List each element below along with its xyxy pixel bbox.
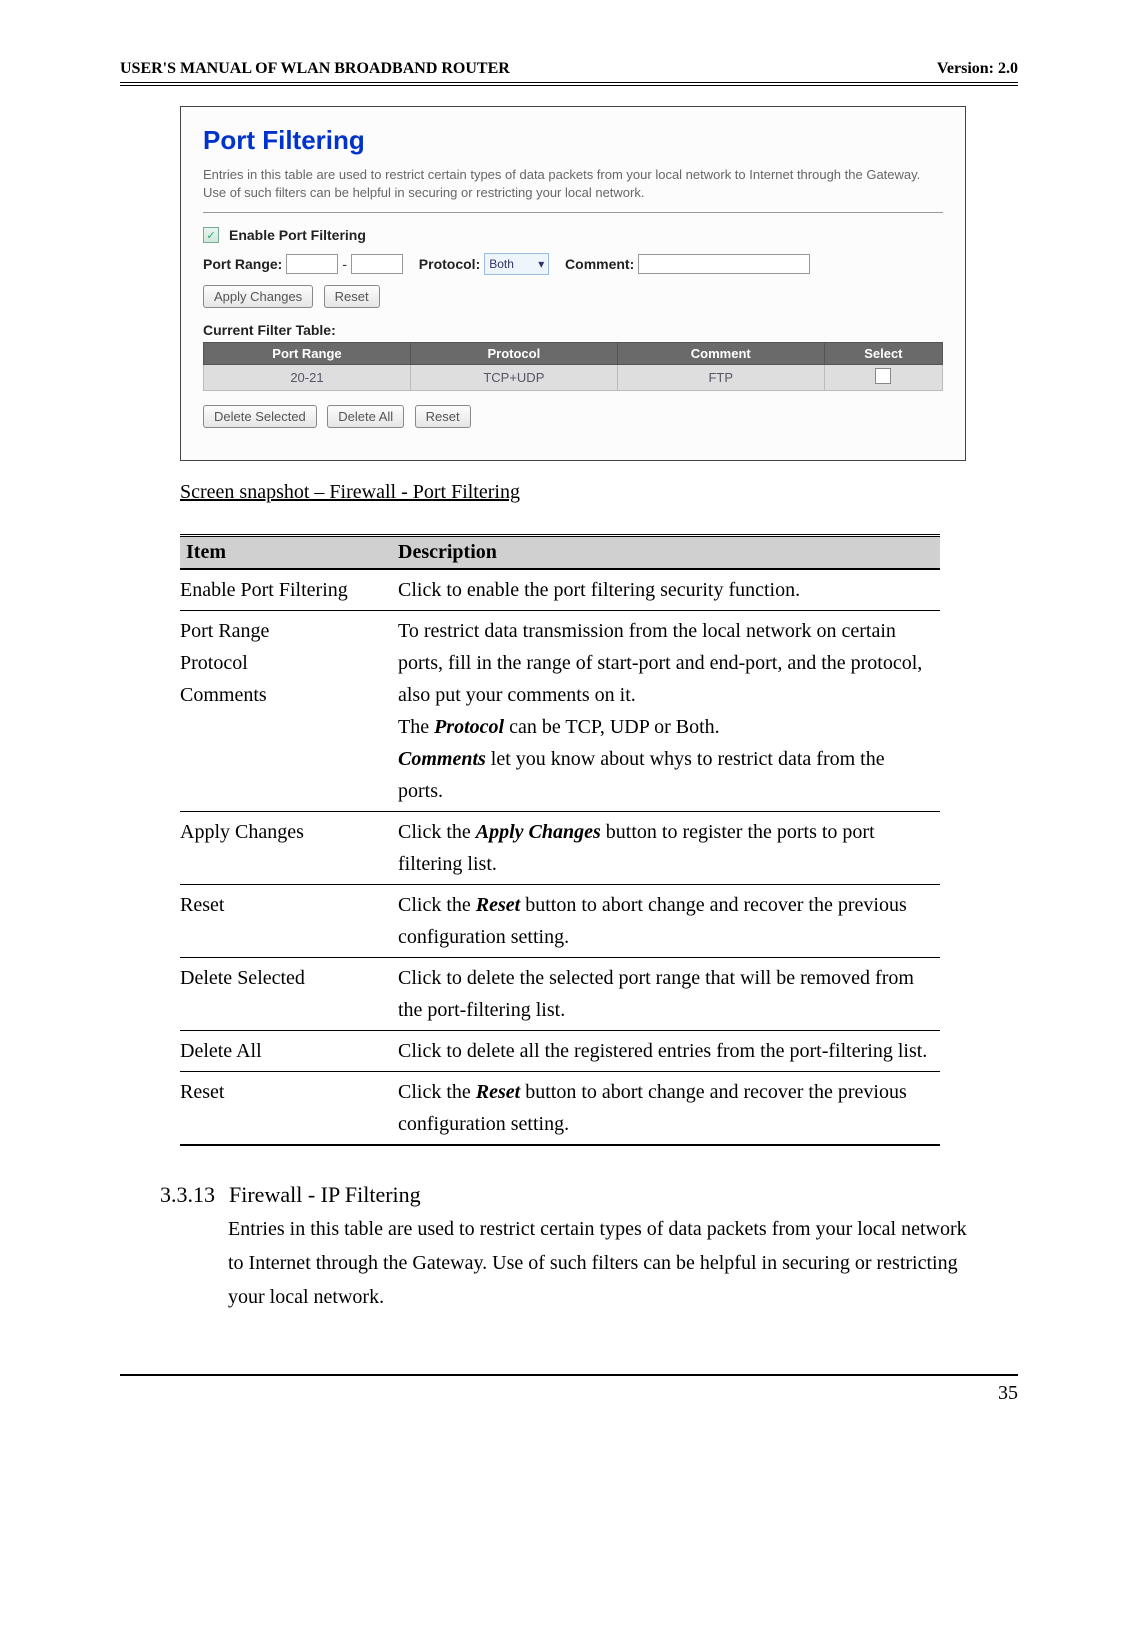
section-number: 3.3.13 <box>160 1182 215 1208</box>
th-protocol: Protocol <box>410 343 617 365</box>
apply-changes-button[interactable]: Apply Changes <box>203 285 313 308</box>
current-filter-table-label: Current Filter Table: <box>203 322 943 338</box>
desc-cell: Click the Reset button to abort change a… <box>392 1072 940 1146</box>
desc-text: Click the <box>398 1081 476 1103</box>
desc-emph: Comments <box>398 748 486 770</box>
reset-button-2[interactable]: Reset <box>415 405 471 428</box>
desc-cell: Click to enable the port filtering secur… <box>392 569 940 611</box>
header-left: USER'S MANUAL OF WLAN BROADBAND ROUTER <box>120 60 510 78</box>
cell-select <box>824 365 942 391</box>
item-line: Protocol <box>180 652 248 674</box>
table-row: Port Range Protocol Comments To restrict… <box>180 611 940 812</box>
desc-cell: Click the Reset button to abort change a… <box>392 885 940 958</box>
item-cell: Reset <box>180 885 392 958</box>
delete-selected-button[interactable]: Delete Selected <box>203 405 317 428</box>
port-range-start-input[interactable] <box>286 254 338 274</box>
section-heading: 3.3.13 Firewall - IP Filtering <box>160 1182 1018 1208</box>
table-row: Reset Click the Reset button to abort ch… <box>180 885 940 958</box>
comment-label: Comment: <box>565 256 634 272</box>
table-row: Delete All Click to delete all the regis… <box>180 1031 940 1072</box>
enable-port-filtering-checkbox[interactable] <box>203 227 219 243</box>
protocol-label: Protocol: <box>419 256 480 272</box>
item-cell: Port Range Protocol Comments <box>180 611 392 812</box>
section-body: Entries in this table are used to restri… <box>228 1212 968 1314</box>
desc-emph: Reset <box>476 1081 520 1103</box>
th-select: Select <box>824 343 942 365</box>
table-row: 20-21 TCP+UDP FTP <box>204 365 943 391</box>
item-line: Comments <box>180 684 267 706</box>
desc-cell: Click to delete the selected port range … <box>392 958 940 1031</box>
page-number: 35 <box>0 1382 1018 1405</box>
desc-cell: Click the Apply Changes button to regist… <box>392 812 940 885</box>
port-range-end-input[interactable] <box>351 254 403 274</box>
table-row: Delete Selected Click to delete the sele… <box>180 958 940 1031</box>
protocol-select[interactable]: Both ▾ <box>484 253 549 275</box>
cell-port-range: 20-21 <box>204 365 411 391</box>
col-header-description: Description <box>392 536 940 570</box>
panel-title: Port Filtering <box>203 125 943 156</box>
comment-input[interactable] <box>638 254 810 274</box>
item-cell: Reset <box>180 1072 392 1146</box>
cell-protocol: TCP+UDP <box>410 365 617 391</box>
desc-text: can be TCP, UDP or Both. <box>504 716 720 738</box>
delete-all-button[interactable]: Delete All <box>327 405 404 428</box>
footer-rule <box>120 1374 1018 1376</box>
th-comment: Comment <box>617 343 824 365</box>
screenshot-panel: Port Filtering Entries in this table are… <box>180 106 966 461</box>
item-line: Port Range <box>180 620 269 642</box>
filter-table: Port Range Protocol Comment Select 20-21… <box>203 342 943 391</box>
row-select-checkbox[interactable] <box>875 368 891 384</box>
th-port-range: Port Range <box>204 343 411 365</box>
divider <box>203 212 943 213</box>
item-cell: Apply Changes <box>180 812 392 885</box>
desc-text: The <box>398 716 434 738</box>
desc-cell: Click to delete all the registered entri… <box>392 1031 940 1072</box>
desc-emph: Reset <box>476 894 520 916</box>
table-row: Reset Click the Reset button to abort ch… <box>180 1072 940 1146</box>
desc-text: To restrict data transmission from the l… <box>398 620 922 706</box>
panel-description: Entries in this table are used to restri… <box>203 166 943 202</box>
table-row: Enable Port Filtering Click to enable th… <box>180 569 940 611</box>
table-row: Apply Changes Click the Apply Changes bu… <box>180 812 940 885</box>
screenshot-caption: Screen snapshot – Firewall - Port Filter… <box>180 481 1018 504</box>
desc-text: Click the <box>398 821 476 843</box>
reset-button[interactable]: Reset <box>324 285 380 308</box>
desc-cell: To restrict data transmission from the l… <box>392 611 940 812</box>
item-cell: Delete Selected <box>180 958 392 1031</box>
item-cell: Delete All <box>180 1031 392 1072</box>
header-rule <box>120 82 1018 86</box>
item-cell: Enable Port Filtering <box>180 569 392 611</box>
desc-emph: Apply Changes <box>476 821 601 843</box>
enable-port-filtering-label: Enable Port Filtering <box>229 227 366 243</box>
desc-text: Click the <box>398 894 476 916</box>
cell-comment: FTP <box>617 365 824 391</box>
col-header-item: Item <box>180 536 392 570</box>
protocol-select-value: Both <box>489 257 514 271</box>
port-range-label: Port Range: <box>203 256 282 272</box>
section-title: Firewall - IP Filtering <box>229 1182 421 1208</box>
page-header: USER'S MANUAL OF WLAN BROADBAND ROUTER V… <box>120 60 1018 78</box>
header-right: Version: 2.0 <box>937 60 1018 78</box>
chevron-down-icon: ▾ <box>538 257 544 271</box>
port-range-dash: - <box>342 256 347 272</box>
desc-emph: Protocol <box>434 716 504 738</box>
description-table: Item Description Enable Port Filtering C… <box>180 534 940 1146</box>
